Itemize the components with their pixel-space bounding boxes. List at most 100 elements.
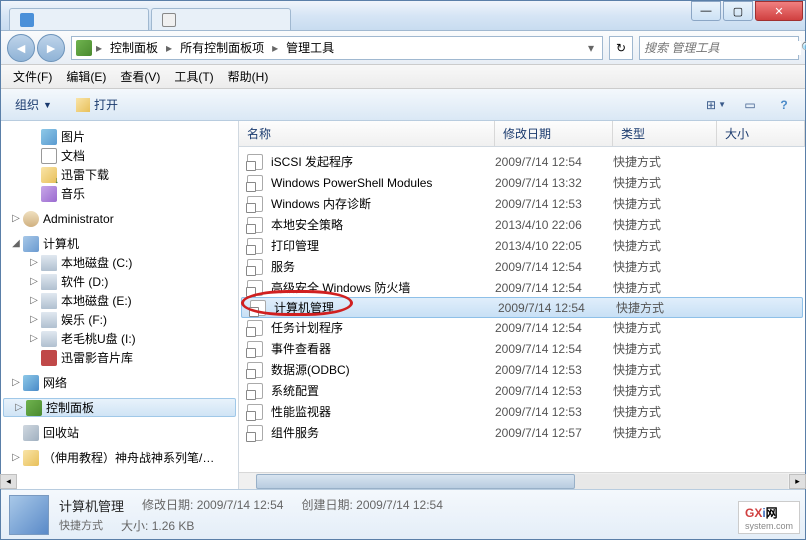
tree-item-4[interactable]: ▷Administrator xyxy=(1,209,238,228)
file-name: Windows PowerShell Modules xyxy=(271,176,432,190)
expander-icon[interactable]: ▷ xyxy=(9,213,23,224)
tree-item-2[interactable]: 迅雷下载 xyxy=(1,165,238,184)
tree-item-9[interactable]: ▷ 娱乐 (F:) xyxy=(1,310,238,329)
expander-icon[interactable]: ◢ xyxy=(9,238,23,249)
tree-item-7[interactable]: ▷ 软件 (D:) xyxy=(1,272,238,291)
refresh-button[interactable]: ↻ xyxy=(609,36,633,60)
file-row[interactable]: 高级安全 Windows 防火墙2009/7/14 12:54快捷方式 xyxy=(239,277,805,298)
view-mode-button[interactable]: ⊞▼ xyxy=(703,94,729,116)
search-input[interactable] xyxy=(644,41,801,55)
chevron-right-icon[interactable]: ▸ xyxy=(270,41,280,55)
tree-item-5[interactable]: ◢计算机 xyxy=(1,234,238,253)
scrollbar-thumb[interactable] xyxy=(256,474,575,489)
file-name: Windows 内存诊断 xyxy=(271,195,371,212)
search-icon[interactable]: 🔍 xyxy=(801,40,806,56)
file-row[interactable]: 系统配置2009/7/14 12:53快捷方式 xyxy=(239,380,805,401)
tree-item-15[interactable]: ▷（伸用教程）神舟战神系列笔/… xyxy=(1,448,238,467)
file-row[interactable]: 性能监视器2009/7/14 12:53快捷方式 xyxy=(239,401,805,422)
tree-label: 回收站 xyxy=(43,424,79,441)
tree-item-3[interactable]: 音乐 xyxy=(1,184,238,203)
location-icon xyxy=(76,40,92,56)
column-date[interactable]: 修改日期 xyxy=(495,121,613,146)
file-row[interactable]: 任务计划程序2009/7/14 12:54快捷方式 xyxy=(239,317,805,338)
file-row[interactable]: 组件服务2009/7/14 12:57快捷方式 xyxy=(239,422,805,443)
chevron-right-icon[interactable]: ▸ xyxy=(164,41,174,55)
file-date: 2013/4/10 22:05 xyxy=(495,239,613,253)
file-row[interactable]: 打印管理2013/4/10 22:05快捷方式 xyxy=(239,235,805,256)
open-button[interactable]: 打开 xyxy=(70,93,124,116)
expander-icon[interactable]: ▷ xyxy=(12,402,26,413)
tree-icon xyxy=(23,450,39,466)
breadcrumb-item-1[interactable]: 所有控制面板项 xyxy=(176,37,268,58)
organize-button[interactable]: 组织▼ xyxy=(9,93,58,116)
maximize-button[interactable]: ▢ xyxy=(723,1,753,21)
breadcrumb[interactable]: ▸ 控制面板 ▸ 所有控制面板项 ▸ 管理工具 ▾ xyxy=(71,36,603,60)
expander-icon[interactable]: ▷ xyxy=(27,314,41,325)
file-type: 快捷方式 xyxy=(613,174,717,191)
file-type: 快捷方式 xyxy=(613,279,717,296)
file-type: 快捷方式 xyxy=(613,340,717,357)
navbar: ◄ ► ▸ 控制面板 ▸ 所有控制面板项 ▸ 管理工具 ▾ ↻ 🔍 xyxy=(1,31,805,65)
tree-item-1[interactable]: 文档 xyxy=(1,146,238,165)
breadcrumb-item-0[interactable]: 控制面板 xyxy=(106,37,162,58)
file-row[interactable]: Windows PowerShell Modules2009/7/14 13:3… xyxy=(239,172,805,193)
tree-item-13[interactable]: ▷ 控制面板 xyxy=(3,398,236,417)
menu-help[interactable]: 帮助(H) xyxy=(222,66,275,87)
expander-icon[interactable]: ▷ xyxy=(9,377,23,388)
sidebar-tree[interactable]: 图片文档迅雷下载音乐 ▷Administrator ◢计算机 ▷ 本地磁盘 (C:) ▷ 软… xyxy=(1,121,239,489)
menu-file[interactable]: 文件(F) xyxy=(7,66,58,87)
tree-icon xyxy=(41,331,57,347)
column-name[interactable]: 名称 xyxy=(239,121,495,146)
expander-icon[interactable]: ▷ xyxy=(27,276,41,287)
scroll-right-icon[interactable]: ▸ xyxy=(789,474,805,489)
help-button[interactable]: ? xyxy=(771,94,797,116)
browser-tab-1[interactable] xyxy=(151,8,291,30)
tree-label: 控制面板 xyxy=(46,399,94,416)
chevron-right-icon[interactable]: ▸ xyxy=(94,41,104,55)
file-row[interactable]: 计算机管理2009/7/14 12:54快捷方式 xyxy=(241,297,803,318)
tree-icon xyxy=(41,129,57,145)
column-size[interactable]: 大小 xyxy=(717,121,805,146)
file-name: 系统配置 xyxy=(271,382,319,399)
tree-label: 网络 xyxy=(43,374,67,391)
search-box[interactable]: 🔍 xyxy=(639,36,799,60)
minimize-button[interactable]: — xyxy=(691,1,721,21)
dropdown-history-icon[interactable]: ▾ xyxy=(588,41,598,55)
tree-item-0[interactable]: 图片 xyxy=(1,127,238,146)
menu-tools[interactable]: 工具(T) xyxy=(168,66,219,87)
expander-icon[interactable]: ▷ xyxy=(27,295,41,306)
tree-label: 本地磁盘 (C:) xyxy=(61,254,132,271)
file-row[interactable]: 数据源(ODBC)2009/7/14 12:53快捷方式 xyxy=(239,359,805,380)
horizontal-scrollbar[interactable]: ◂ ▸ xyxy=(239,472,805,489)
preview-pane-button[interactable]: ▭ xyxy=(737,94,763,116)
file-list[interactable]: iSCSI 发起程序2009/7/14 12:54快捷方式Windows Pow… xyxy=(239,147,805,472)
menu-edit[interactable]: 编辑(E) xyxy=(60,66,112,87)
file-row[interactable]: 服务2009/7/14 12:54快捷方式 xyxy=(239,256,805,277)
tree-item-11[interactable]: 迅雷影音片库 xyxy=(1,348,238,367)
tree-item-14[interactable]: 回收站 xyxy=(1,423,238,442)
tree-item-10[interactable]: ▷老毛桃U盘 (I:) xyxy=(1,329,238,348)
tree-icon xyxy=(23,425,39,441)
nav-back-button[interactable]: ◄ xyxy=(7,34,35,62)
close-button[interactable]: ✕ xyxy=(755,1,803,21)
tree-item-12[interactable]: ▷ 网络 xyxy=(1,373,238,392)
menu-view[interactable]: 查看(V) xyxy=(114,66,166,87)
browser-tab-0[interactable] xyxy=(9,8,149,30)
tree-label: 娱乐 (F:) xyxy=(61,311,107,328)
file-name: 服务 xyxy=(271,258,295,275)
file-row[interactable]: iSCSI 发起程序2009/7/14 12:54快捷方式 xyxy=(239,151,805,172)
file-date: 2009/7/14 12:54 xyxy=(495,281,613,295)
expander-icon[interactable]: ▷ xyxy=(27,257,41,268)
file-row[interactable]: Windows 内存诊断2009/7/14 12:53快捷方式 xyxy=(239,193,805,214)
tree-item-6[interactable]: ▷ 本地磁盘 (C:) xyxy=(1,253,238,272)
tree-item-8[interactable]: ▷本地磁盘 (E:) xyxy=(1,291,238,310)
expander-icon[interactable]: ▷ xyxy=(27,333,41,344)
column-type[interactable]: 类型 xyxy=(613,121,717,146)
file-row[interactable]: 本地安全策略2013/4/10 22:06快捷方式 xyxy=(239,214,805,235)
nav-forward-button[interactable]: ► xyxy=(37,34,65,62)
tree-label: 软件 (D:) xyxy=(61,273,108,290)
file-row[interactable]: 事件查看器2009/7/14 12:54快捷方式 xyxy=(239,338,805,359)
expander-icon[interactable]: ▷ xyxy=(9,452,23,463)
breadcrumb-item-2[interactable]: 管理工具 xyxy=(282,37,338,58)
tree-icon xyxy=(41,312,57,328)
